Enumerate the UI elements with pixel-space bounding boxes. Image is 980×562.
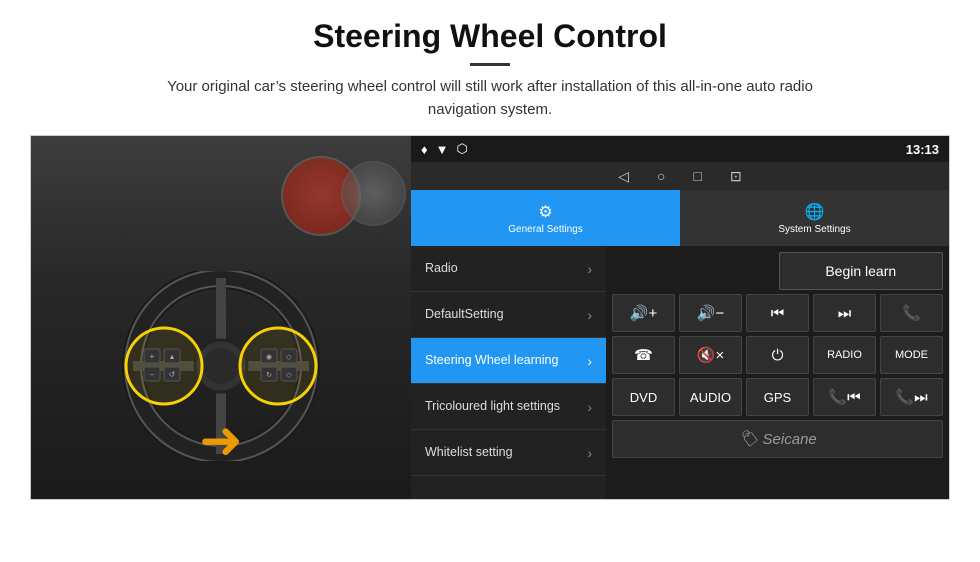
menu-item-default-setting[interactable]: DefaultSetting › [411,292,606,338]
mode-label: MODE [895,349,928,361]
general-settings-icon: ⚙ [538,202,552,222]
seicane-watermark: 🏷 Seicane [612,420,943,458]
prev-track-icon: ⏮ [771,305,785,322]
call-prev-button[interactable]: 📞⏮ [813,378,876,416]
mode-button[interactable]: MODE [880,336,943,374]
seicane-icon: 🏷 [738,429,758,449]
button-panel: Begin learn 🔊+ 🔊− ⏮ [606,246,949,499]
dvd-label: DVD [630,390,657,405]
power-icon: ⏻ [772,347,784,364]
seicane-label: Seicane [763,431,817,448]
car-image: + ▲ − ↺ ◉ ◇ ↻ ◇ ➜ [31,136,411,500]
menu-item-steering-wheel[interactable]: Steering Wheel learning › [411,338,606,384]
tab-bar: ⚙ General Settings 🌐 System Settings [411,190,949,246]
recents-nav-icon[interactable]: □ [694,168,702,184]
control-row-2: ☎ 🔇× ⏻ RADIO MODE [612,336,943,374]
wifi-icon: ⬡ [457,141,468,157]
page-container: Steering Wheel Control Your original car… [0,0,980,500]
empty-space [612,252,775,290]
menu-item-whitelist[interactable]: Whitelist setting › [411,430,606,476]
audio-button[interactable]: AUDIO [679,378,742,416]
menu-arrow-steering: › [587,353,592,369]
menu-item-whitelist-label: Whitelist setting [425,445,513,460]
menu-nav-icon[interactable]: ⊡ [730,168,742,185]
menu-item-tricolour-label: Tricoloured light settings [425,399,560,414]
begin-learn-row: Begin learn [612,252,943,290]
call-icon: 📞 [902,304,921,322]
call-button[interactable]: 📞 [880,294,943,332]
content-area: + ▲ − ↺ ◉ ◇ ↻ ◇ ➜ [30,135,950,500]
begin-learn-button[interactable]: Begin learn [779,252,944,290]
menu-arrow-whitelist: › [587,445,592,461]
title-divider [470,63,510,66]
menu-list: Radio › DefaultSetting › Steering Wheel … [411,246,606,499]
gauge-right [341,161,406,226]
control-row-1: 🔊+ 🔊− ⏮ ⏭ 📞 [612,294,943,332]
gps-button[interactable]: GPS [746,378,809,416]
hangup-icon: ☎ [634,346,653,364]
status-bar: ♦ ▼ ⬡ 13:13 [411,136,949,162]
menu-arrow-tricolour: › [587,399,592,415]
volume-up-icon: 🔊+ [630,304,657,322]
menu-arrow-default: › [587,307,592,323]
menu-item-radio-label: Radio [425,261,458,276]
svg-text:+: + [150,352,155,361]
power-button[interactable]: ⏻ [746,336,809,374]
svg-text:↺: ↺ [169,370,176,379]
audio-label: AUDIO [690,390,731,405]
subtitle-text: Your original car’s steering wheel contr… [140,76,840,121]
gps-label: GPS [764,390,791,405]
tab-general-label: General Settings [508,224,583,235]
watermark-row: 🏷 Seicane [612,420,943,458]
svg-text:◉: ◉ [266,354,272,361]
svg-text:↻: ↻ [266,372,272,379]
prev-track-button[interactable]: ⏮ [746,294,809,332]
radio-button[interactable]: RADIO [813,336,876,374]
tab-system-settings[interactable]: 🌐 System Settings [680,190,949,246]
android-main: Radio › DefaultSetting › Steering Wheel … [411,246,949,499]
menu-item-radio[interactable]: Radio › [411,246,606,292]
menu-item-steering-label: Steering Wheel learning [425,353,558,368]
signal-icon: ▼ [436,142,449,157]
hangup-button[interactable]: ☎ [612,336,675,374]
nav-bar: ◁ ○ □ ⊡ [411,162,949,190]
volume-down-icon: 🔊− [697,304,724,322]
tab-system-label: System Settings [778,224,850,235]
next-track-icon: ⏭ [838,305,852,322]
header-section: Steering Wheel Control Your original car… [30,18,950,121]
radio-label: RADIO [827,349,862,361]
menu-arrow-radio: › [587,261,592,277]
tab-general-settings[interactable]: ⚙ General Settings [411,190,680,246]
mute-icon: 🔇× [697,346,724,364]
android-panel: ♦ ▼ ⬡ 13:13 ◁ ○ □ ⊡ ⚙ General Settings [411,136,949,499]
volume-down-button[interactable]: 🔊− [679,294,742,332]
call-prev-icon: 📞⏮ [828,388,860,406]
svg-text:−: − [150,370,155,379]
location-icon: ♦ [421,142,428,157]
svg-text:◇: ◇ [286,372,292,379]
arrow-icon: ➜ [199,411,243,471]
svg-text:◇: ◇ [286,354,292,361]
back-nav-icon[interactable]: ◁ [618,168,629,185]
status-time: 13:13 [906,142,939,157]
system-settings-icon: 🌐 [805,202,825,222]
next-track-button[interactable]: ⏭ [813,294,876,332]
dvd-button[interactable]: DVD [612,378,675,416]
menu-item-tricolour[interactable]: Tricoloured light settings › [411,384,606,430]
control-row-3: DVD AUDIO GPS 📞⏮ 📞⏭ [612,378,943,416]
call-next-icon: 📞⏭ [895,388,927,406]
menu-item-default-label: DefaultSetting [425,307,504,322]
page-title: Steering Wheel Control [30,18,950,55]
status-icons: ♦ ▼ ⬡ [421,141,468,157]
svg-text:▲: ▲ [169,354,176,361]
call-next-button[interactable]: 📞⏭ [880,378,943,416]
mute-button[interactable]: 🔇× [679,336,742,374]
volume-up-button[interactable]: 🔊+ [612,294,675,332]
home-nav-icon[interactable]: ○ [657,168,665,184]
